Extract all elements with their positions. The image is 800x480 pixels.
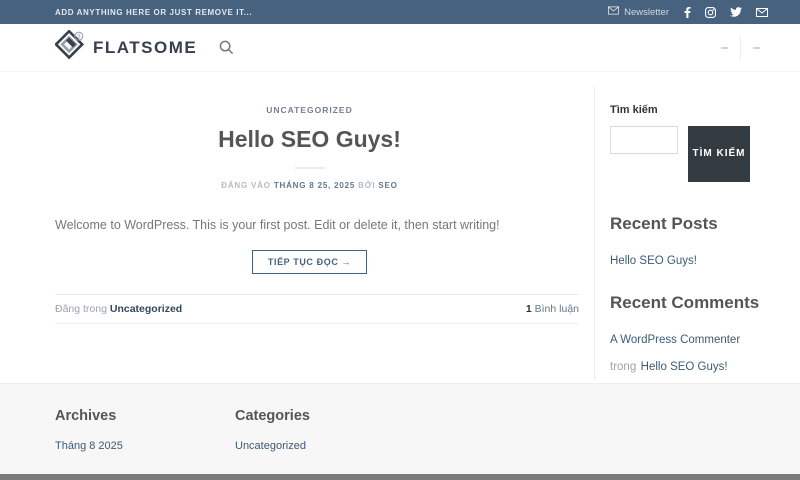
search-label: Tìm kiếm bbox=[610, 104, 658, 116]
recent-posts-widget: Recent Posts Hello SEO Guys! bbox=[610, 214, 760, 273]
search-input[interactable] bbox=[610, 126, 678, 154]
newsletter-label: Newsletter bbox=[624, 6, 669, 18]
site-footer: Archives Tháng 8 2025 Categories Uncateg… bbox=[0, 383, 800, 474]
comment-post-link[interactable]: Hello SEO Guys! bbox=[641, 358, 728, 378]
social-icons bbox=[684, 6, 768, 18]
header-divider bbox=[740, 36, 741, 59]
header-right-dash[interactable] bbox=[753, 46, 760, 49]
header-right-dash[interactable] bbox=[721, 46, 728, 49]
post-divider bbox=[294, 167, 325, 169]
site-header: 3 FLATSOME bbox=[0, 24, 800, 72]
site-logo[interactable]: 3 FLATSOME bbox=[54, 29, 198, 65]
recent-comments-widget: Recent Comments A WordPress Commenter tr… bbox=[610, 293, 760, 379]
page: ADD ANYTHING HERE OR JUST REMOVE IT... N… bbox=[0, 0, 800, 480]
comment-in-label: trong bbox=[610, 361, 637, 374]
logo-text: FLATSOME bbox=[93, 37, 198, 57]
recent-comments-title: Recent Comments bbox=[610, 293, 760, 313]
posted-in-category-link[interactable]: Uncategorized bbox=[110, 303, 182, 315]
post-excerpt: Welcome to WordPress. This is your first… bbox=[55, 218, 500, 232]
posted-in-label: Đăng trong bbox=[55, 303, 107, 315]
main-content: UNCATEGORIZED Hello SEO Guys! ĐĂNG VÀO T… bbox=[0, 72, 800, 380]
post-column: UNCATEGORIZED Hello SEO Guys! ĐĂNG VÀO T… bbox=[40, 86, 595, 380]
comments-count: 1 bbox=[525, 303, 532, 315]
instagram-icon[interactable] bbox=[705, 6, 716, 18]
sidebar: Tìm kiếm TÌM KIẾM Recent Posts Hello SEO… bbox=[595, 86, 760, 380]
facebook-icon[interactable] bbox=[684, 6, 691, 18]
flatsome-diamond-logo-icon: 3 bbox=[54, 29, 85, 65]
search-submit-button[interactable]: TÌM KIẾM bbox=[688, 126, 750, 182]
recent-posts-title: Recent Posts bbox=[610, 214, 718, 233]
category-link[interactable]: Uncategorized bbox=[235, 440, 306, 452]
comments-label: Bình luận bbox=[534, 303, 579, 315]
topbar: ADD ANYTHING HERE OR JUST REMOVE IT... N… bbox=[0, 0, 800, 24]
comment-author-link[interactable]: A WordPress Commenter bbox=[610, 331, 740, 351]
email-icon[interactable] bbox=[756, 7, 768, 17]
svg-text:3: 3 bbox=[77, 33, 81, 40]
post-footer-meta: Đăng trong Uncategorized 1 Bình luận bbox=[55, 294, 579, 324]
archives-title: Archives bbox=[55, 408, 117, 424]
search-row: TÌM KIẾM bbox=[610, 126, 760, 182]
absolute-footer-bar bbox=[0, 474, 800, 480]
read-more-wrap: TIẾP TỤC ĐỌC → bbox=[40, 250, 579, 274]
recent-posts-list: Hello SEO Guys! bbox=[610, 246, 760, 273]
search-widget: Tìm kiếm TÌM KIẾM bbox=[610, 100, 760, 182]
topbar-message: ADD ANYTHING HERE OR JUST REMOVE IT... bbox=[55, 7, 253, 17]
read-more-button[interactable]: TIẾP TỤC ĐỌC → bbox=[251, 250, 368, 274]
header-right bbox=[721, 24, 760, 71]
post-date-link[interactable]: THÁNG 8 25, 2025 bbox=[274, 181, 355, 190]
posted-in: Đăng trong Uncategorized bbox=[55, 303, 182, 315]
post-title: Hello SEO Guys! bbox=[218, 126, 401, 152]
twitter-icon[interactable] bbox=[730, 7, 742, 17]
archive-link[interactable]: Tháng 8 2025 bbox=[55, 440, 123, 452]
by-label: BỞI bbox=[358, 181, 376, 190]
comments-link[interactable]: 1 Bình luận bbox=[526, 303, 579, 315]
recent-post-link[interactable]: Hello SEO Guys! bbox=[610, 252, 697, 272]
posted-on-label: ĐĂNG VÀO bbox=[221, 181, 271, 190]
recent-comments-list: A WordPress Commenter trong Hello SEO Gu… bbox=[610, 325, 760, 379]
archives-widget: Archives Tháng 8 2025 bbox=[55, 408, 235, 474]
newsletter-link[interactable]: Newsletter bbox=[608, 6, 669, 18]
post-meta: ĐĂNG VÀO THÁNG 8 25, 2025 BỞI SEO bbox=[40, 181, 579, 190]
search-icon[interactable] bbox=[219, 40, 234, 55]
post-author-link[interactable]: SEO bbox=[378, 181, 397, 190]
categories-widget: Categories Uncategorized bbox=[235, 408, 415, 474]
list-item: A WordPress Commenter trong Hello SEO Gu… bbox=[610, 325, 760, 379]
envelope-icon bbox=[608, 6, 620, 18]
list-item: Hello SEO Guys! bbox=[610, 246, 760, 273]
topbar-right: Newsletter bbox=[608, 6, 768, 18]
post-header: UNCATEGORIZED Hello SEO Guys! ĐĂNG VÀO T… bbox=[40, 86, 579, 190]
post-category-link[interactable]: UNCATEGORIZED bbox=[266, 105, 353, 115]
categories-title: Categories bbox=[235, 408, 310, 424]
